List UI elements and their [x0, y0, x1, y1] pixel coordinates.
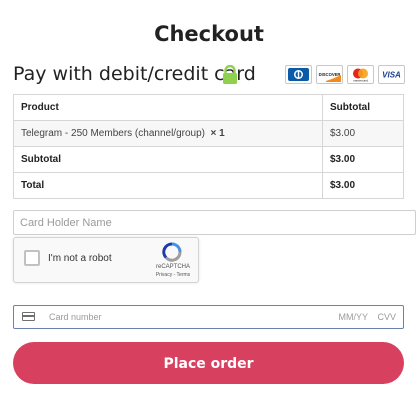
place-order-button[interactable]: Place order — [13, 342, 404, 384]
diners-club-icon — [285, 65, 312, 84]
mastercard-icon: mastercard — [347, 65, 374, 84]
discover-icon: DISCOVER — [316, 65, 343, 84]
mastercard-text: mastercard — [353, 79, 368, 83]
table-row: Telegram - 250 Members (channel/group) ×… — [13, 120, 404, 147]
table-header-row: Product Subtotal — [13, 94, 404, 121]
card-holder-name-field — [13, 210, 416, 235]
card-number-field[interactable]: Card number MM/YY CVV — [13, 305, 404, 329]
visa-icon: VISA — [378, 65, 405, 84]
order-summary-table: Product Subtotal Telegram - 250 Members … — [13, 94, 404, 199]
order-item-cell: Telegram - 250 Members (channel/group) ×… — [13, 120, 323, 147]
subtotal-label: Subtotal — [13, 146, 323, 173]
subtotal-value: $3.00 — [322, 146, 404, 173]
total-value: $3.00 — [322, 172, 404, 199]
lock-icon — [223, 65, 237, 84]
total-row: Total $3.00 — [13, 172, 404, 199]
checkout-page: Checkout Pay with debit/credit card DISC… — [13, 0, 416, 420]
recaptcha-widget: I'm not a robot reCAPTCHA Privacy - Term… — [13, 237, 199, 283]
product-name: Telegram - 250 Members (channel/group) — [21, 128, 205, 139]
product-quantity: × 1 — [210, 128, 225, 139]
card-number-placeholder[interactable]: Card number — [49, 312, 102, 322]
product-price: $3.00 — [322, 120, 404, 147]
total-label: Total — [13, 172, 323, 199]
recaptcha-links[interactable]: Privacy - Terms — [154, 272, 192, 278]
subtotal-row: Subtotal $3.00 — [13, 146, 404, 173]
credit-card-icon — [22, 312, 35, 321]
recaptcha-label: I'm not a robot — [48, 253, 112, 264]
payment-heading: Pay with debit/credit card — [13, 63, 256, 85]
card-cvv-placeholder[interactable]: CVV — [377, 312, 396, 322]
recaptcha-checkbox[interactable] — [24, 250, 40, 266]
payment-header: Pay with debit/credit card DISCOVER mast… — [13, 62, 405, 88]
card-holder-name-input[interactable] — [20, 211, 409, 234]
recaptcha-logo-icon — [162, 242, 182, 262]
recaptcha-brand: reCAPTCHA — [155, 264, 190, 270]
discover-text: DISCOVER — [319, 72, 341, 77]
page-title: Checkout — [154, 22, 264, 46]
column-header-subtotal: Subtotal — [322, 94, 404, 121]
card-expiry-placeholder[interactable]: MM/YY — [338, 312, 368, 322]
accepted-cards: DISCOVER mastercard VISA — [285, 65, 405, 84]
visa-text: VISA — [382, 71, 401, 80]
column-header-product: Product — [13, 94, 323, 121]
